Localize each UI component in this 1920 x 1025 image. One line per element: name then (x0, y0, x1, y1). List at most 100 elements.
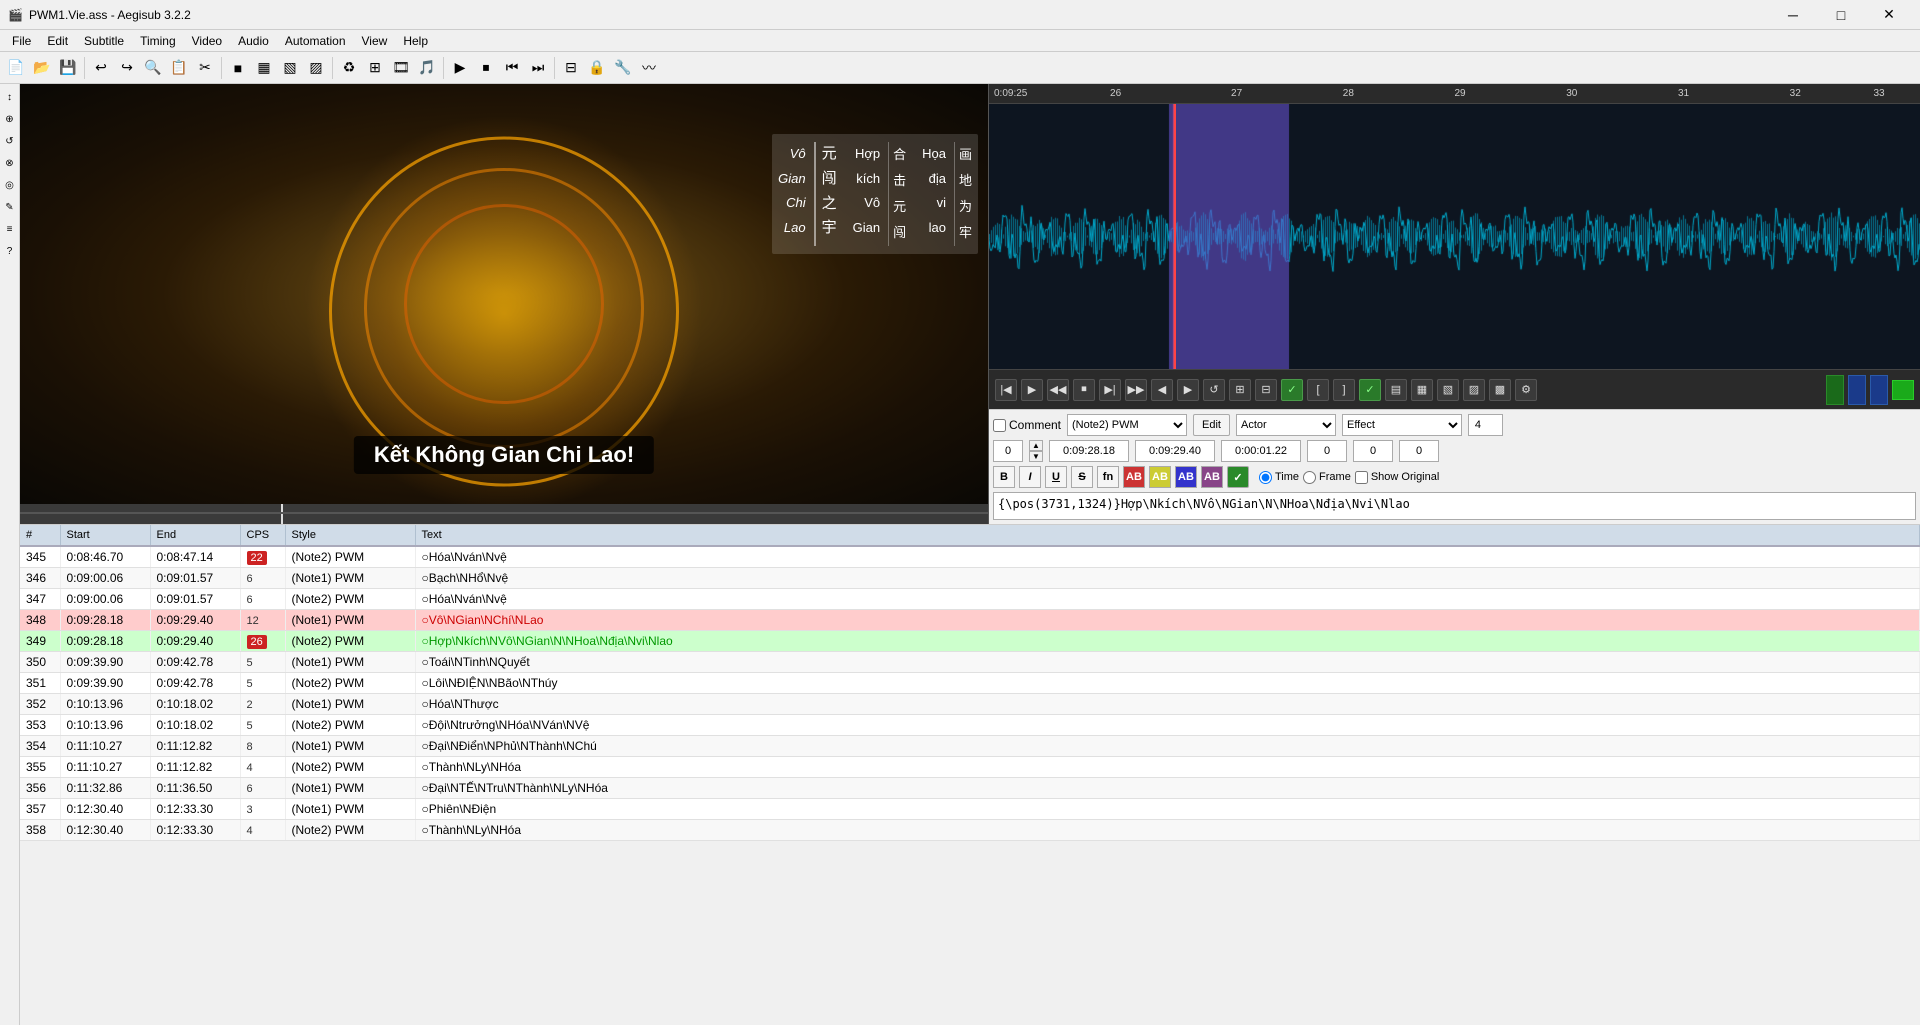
wc-grid3[interactable]: ▧ (1437, 379, 1459, 401)
menu-video[interactable]: Video (184, 30, 230, 52)
sidebar-btn-8[interactable]: ? (1, 242, 19, 260)
margin2-input[interactable] (1353, 440, 1393, 462)
tb-save[interactable]: 💾 (56, 56, 80, 80)
table-row[interactable]: 358 0:12:30.40 0:12:33.30 4 (Note2) PWM … (20, 820, 1920, 841)
layer-input[interactable] (993, 440, 1023, 462)
maximize-button[interactable]: □ (1818, 0, 1864, 30)
effect-number-input[interactable] (1468, 414, 1503, 436)
fn-button[interactable]: fn (1097, 466, 1119, 488)
color3-button[interactable]: AB (1175, 466, 1197, 488)
tb-audio-open[interactable]: 🎵 (415, 56, 439, 80)
table-row[interactable]: 356 0:11:32.86 0:11:36.50 6 (Note1) PWM … (20, 778, 1920, 799)
frame-radio[interactable] (1303, 471, 1316, 484)
waveform-display[interactable] (989, 104, 1920, 369)
wc-right-bracket[interactable]: ] (1333, 379, 1355, 401)
duration-input[interactable] (1221, 440, 1301, 462)
italic-button[interactable]: I (1019, 466, 1041, 488)
start-time-input[interactable] (1049, 440, 1129, 462)
table-row[interactable]: 348 0:09:28.18 0:09:29.40 12 (Note1) PWM… (20, 610, 1920, 631)
table-row[interactable]: 354 0:11:10.27 0:11:12.82 8 (Note1) PWM … (20, 736, 1920, 757)
sidebar-btn-2[interactable]: ⊕ (1, 110, 19, 128)
time-radio[interactable] (1259, 471, 1272, 484)
wc-expand[interactable]: ⊞ (1229, 379, 1251, 401)
sidebar-btn-3[interactable]: ↺ (1, 132, 19, 150)
tb-style2[interactable]: ▦ (252, 56, 276, 80)
sidebar-btn-5[interactable]: ◎ (1, 176, 19, 194)
tb-wrench[interactable]: 🔧 (611, 56, 635, 80)
tb-video-open[interactable]: 🎞 (389, 56, 413, 80)
wc-prev2[interactable]: ◀◀ (1047, 379, 1069, 401)
table-row[interactable]: 345 0:08:46.70 0:08:47.14 22 (Note2) PWM… (20, 546, 1920, 568)
tb-prev[interactable]: ⏮ (500, 56, 524, 80)
bold-button[interactable]: B (993, 466, 1015, 488)
strikeout-button[interactable]: S (1071, 466, 1093, 488)
margin3-input[interactable] (1399, 440, 1439, 462)
tb-redo[interactable]: ↪ (115, 56, 139, 80)
table-row[interactable]: 349 0:09:28.18 0:09:29.40 26 (Note2) PWM… (20, 631, 1920, 652)
tb-lock[interactable]: 🔒 (585, 56, 609, 80)
table-row[interactable]: 346 0:09:00.06 0:09:01.57 6 (Note1) PWM … (20, 568, 1920, 589)
video-display[interactable]: VôGianChiLao 元闯之宇 HợpkíchVôGian 合击元闯 Họa (20, 84, 988, 504)
table-row[interactable]: 355 0:11:10.27 0:11:12.82 4 (Note2) PWM … (20, 757, 1920, 778)
wc-check-green[interactable]: ✓ (1281, 379, 1303, 401)
sidebar-btn-7[interactable]: ≡ (1, 220, 19, 238)
menu-audio[interactable]: Audio (230, 30, 277, 52)
wc-play[interactable]: ▶ (1021, 379, 1043, 401)
table-row[interactable]: 357 0:12:30.40 0:12:33.30 3 (Note1) PWM … (20, 799, 1920, 820)
menu-automation[interactable]: Automation (277, 30, 354, 52)
wc-next2[interactable]: ▶▶ (1125, 379, 1147, 401)
accept-button[interactable]: ✓ (1227, 466, 1249, 488)
menu-view[interactable]: View (354, 30, 396, 52)
margin1-input[interactable] (1307, 440, 1347, 462)
wc-prev[interactable]: |◀ (995, 379, 1017, 401)
wc-loop[interactable]: ↺ (1203, 379, 1225, 401)
sidebar-btn-1[interactable]: ↕ (1, 88, 19, 106)
wc-next3[interactable]: ▶ (1177, 379, 1199, 401)
style-select[interactable]: (Note2) PWM (1067, 414, 1187, 436)
show-original-checkbox[interactable] (1355, 471, 1368, 484)
actor-select[interactable]: Actor (1236, 414, 1336, 436)
effect-select[interactable]: Effect (1342, 414, 1462, 436)
menu-timing[interactable]: Timing (132, 30, 184, 52)
tb-style4[interactable]: ▨ (304, 56, 328, 80)
color2-button[interactable]: AB (1149, 466, 1171, 488)
end-time-input[interactable] (1135, 440, 1215, 462)
tb-style3[interactable]: ▧ (278, 56, 302, 80)
underline-button[interactable]: U (1045, 466, 1067, 488)
tb-find[interactable]: 🔍 (141, 56, 165, 80)
tb-snap[interactable]: ⊟ (559, 56, 583, 80)
tb-stop[interactable]: ⏹ (474, 56, 498, 80)
tb-open[interactable]: 📂 (30, 56, 54, 80)
tb-wave[interactable]: 〰 (637, 56, 661, 80)
subtitle-text-edit[interactable]: {\pos(3731,1324)}Hợp\Nkích\NVô\NGian\N\N… (993, 492, 1916, 520)
wc-shrink[interactable]: ⊟ (1255, 379, 1277, 401)
edit-style-button[interactable]: Edit (1193, 414, 1230, 436)
table-row[interactable]: 353 0:10:13.96 0:10:18.02 5 (Note2) PWM … (20, 715, 1920, 736)
table-row[interactable]: 350 0:09:39.90 0:09:42.78 5 (Note1) PWM … (20, 652, 1920, 673)
tb-undo[interactable]: ↩ (89, 56, 113, 80)
minimize-button[interactable]: ─ (1770, 0, 1816, 30)
wc-left-bracket[interactable]: [ (1307, 379, 1329, 401)
wc-grid4[interactable]: ▨ (1463, 379, 1485, 401)
comment-checkbox[interactable] (993, 419, 1006, 432)
color1-button[interactable]: AB (1123, 466, 1145, 488)
close-button[interactable]: ✕ (1866, 0, 1912, 30)
wc-check2[interactable]: ✓ (1359, 379, 1381, 401)
table-row[interactable]: 347 0:09:00.06 0:09:01.57 6 (Note2) PWM … (20, 589, 1920, 610)
menu-file[interactable]: File (4, 30, 39, 52)
menu-edit[interactable]: Edit (39, 30, 76, 52)
tb-paste[interactable]: 📋 (167, 56, 191, 80)
menu-help[interactable]: Help (395, 30, 436, 52)
wc-prev3[interactable]: ◀ (1151, 379, 1173, 401)
tb-next[interactable]: ⏭ (526, 56, 550, 80)
wc-grid2[interactable]: ▦ (1411, 379, 1433, 401)
tb-new[interactable]: 📄 (4, 56, 28, 80)
tb-recycle[interactable]: ♻ (337, 56, 361, 80)
wc-grid5[interactable]: ▩ (1489, 379, 1511, 401)
table-row[interactable]: 352 0:10:13.96 0:10:18.02 2 (Note1) PWM … (20, 694, 1920, 715)
layer-spin-up[interactable]: ▲ (1029, 440, 1043, 451)
tb-play[interactable]: ▶ (448, 56, 472, 80)
tb-grid[interactable]: ⊞ (363, 56, 387, 80)
wc-next[interactable]: ▶| (1099, 379, 1121, 401)
tb-style1[interactable]: ■ (226, 56, 250, 80)
